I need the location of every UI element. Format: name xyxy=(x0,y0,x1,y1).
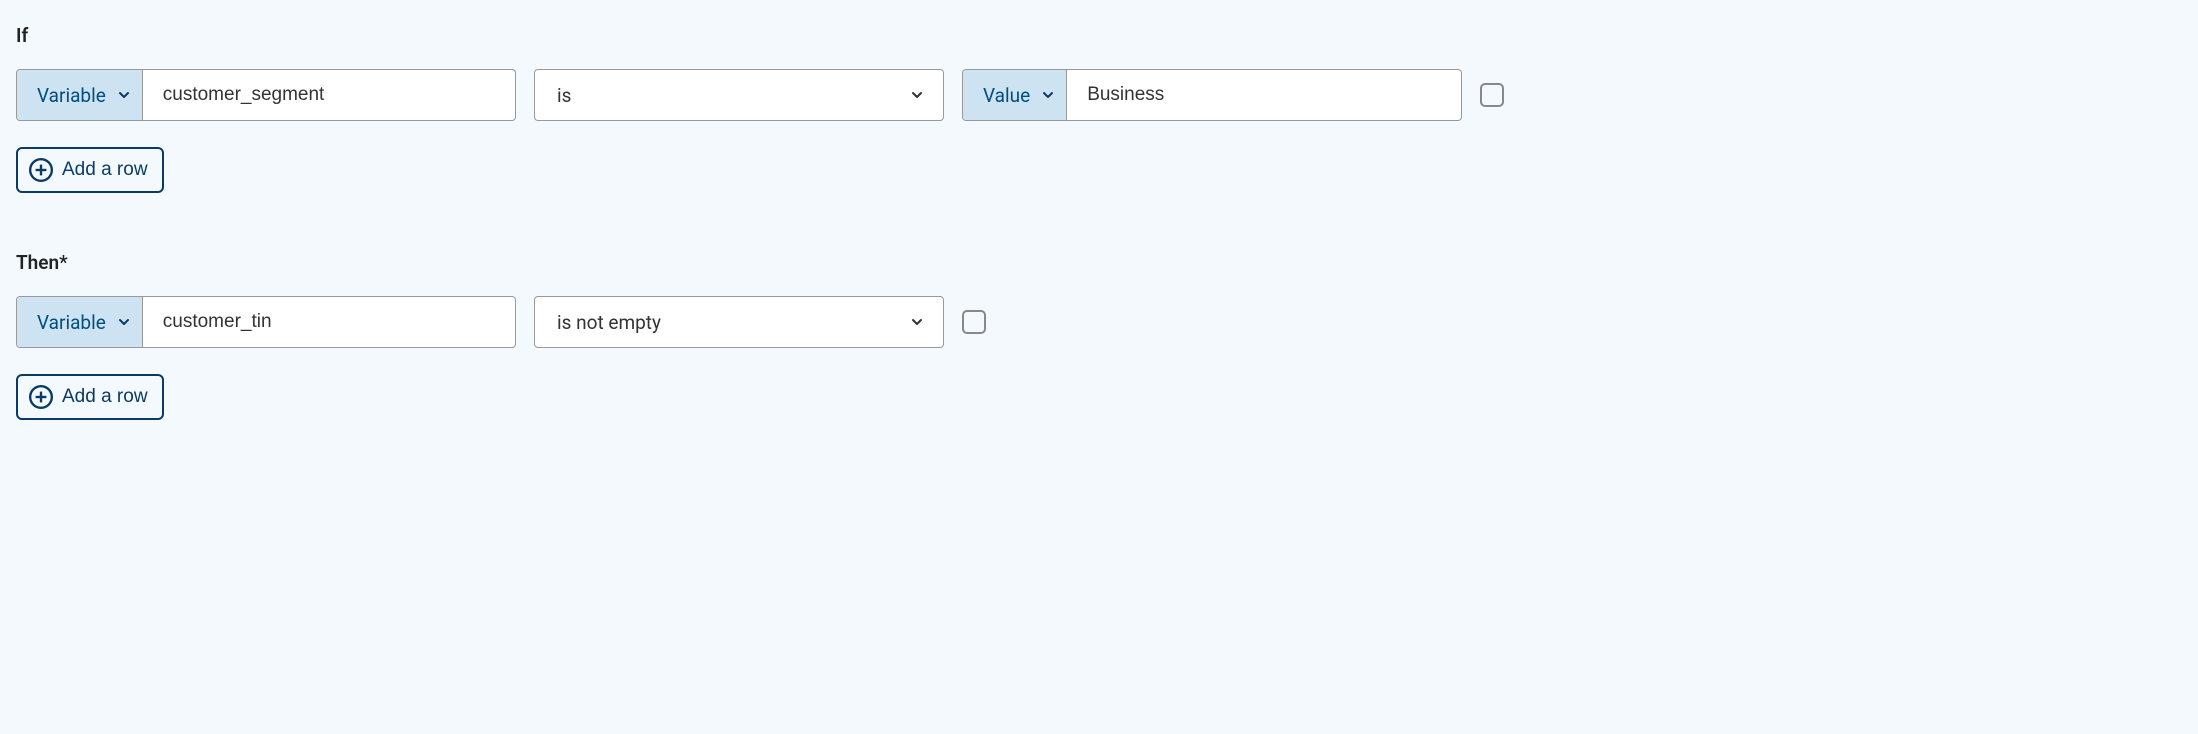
if-add-row-button[interactable]: Add a row xyxy=(16,147,164,193)
if-left-type-label: Variable xyxy=(37,84,106,107)
if-label: If xyxy=(16,24,2182,47)
then-operator-value: is not empty xyxy=(557,311,661,334)
then-label: Then* xyxy=(16,251,2182,274)
if-left-combo: Variable xyxy=(16,69,516,121)
then-row-checkbox[interactable] xyxy=(962,310,986,334)
if-operator-select[interactable]: is xyxy=(534,69,944,121)
chevron-down-icon xyxy=(1040,87,1056,103)
chevron-down-icon xyxy=(116,314,132,330)
if-left-value-input[interactable] xyxy=(143,70,473,120)
chevron-down-icon xyxy=(116,87,132,103)
if-right-value-input[interactable] xyxy=(1067,70,1397,120)
then-left-type-label: Variable xyxy=(37,311,106,334)
then-left-combo: Variable xyxy=(16,296,516,348)
if-operator-value: is xyxy=(557,84,571,107)
chevron-down-icon xyxy=(909,314,925,330)
plus-circle-icon xyxy=(28,384,54,410)
if-add-row-label: Add a row xyxy=(62,159,148,181)
then-add-row-label: Add a row xyxy=(62,386,148,408)
then-left-type-selector[interactable]: Variable xyxy=(17,297,143,347)
then-condition-row: Variable is not empty xyxy=(16,296,2182,348)
chevron-down-icon xyxy=(909,87,925,103)
then-operator-select[interactable]: is not empty xyxy=(534,296,944,348)
if-right-combo: Value xyxy=(962,69,1462,121)
then-left-value-input[interactable] xyxy=(143,297,473,347)
then-add-row-button[interactable]: Add a row xyxy=(16,374,164,420)
if-left-type-selector[interactable]: Variable xyxy=(17,70,143,120)
if-row-checkbox[interactable] xyxy=(1480,83,1504,107)
if-right-type-label: Value xyxy=(983,84,1030,107)
plus-circle-icon xyxy=(28,157,54,183)
if-right-type-selector[interactable]: Value xyxy=(963,70,1067,120)
if-condition-row: Variable is Value xyxy=(16,69,2182,121)
